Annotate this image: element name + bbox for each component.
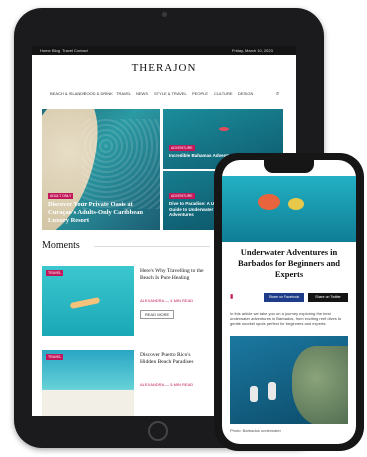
nav-item-beach[interactable]: BEACH & ISLANDS [50,90,86,98]
card-1-read-more-button[interactable]: READ MORE [140,310,175,319]
tablet-camera [162,12,167,17]
nav-item-style[interactable]: STYLE & TRAVEL [154,90,187,98]
octopus-figure [258,194,280,210]
phone-article-image[interactable] [230,336,348,424]
topbar-link-contact[interactable]: Contact [74,47,88,54]
card-image-beach[interactable]: TRAVEL [42,350,134,416]
nav-item-design[interactable]: DESIGN [238,90,253,98]
hero-main-title[interactable]: Discover Your Private Oasis at Curaçao's… [48,201,156,225]
diver-figure-phone [288,198,304,210]
phone-article-title: Underwater Adventures in Barbados for Be… [237,247,341,279]
phone-screen: Underwater Adventures in Barbados for Be… [222,160,356,444]
phone-image-caption: Photo: Barbados underwater [230,428,281,433]
nav-item-news[interactable]: NEWS [136,90,148,98]
swimmer-figure [69,296,101,310]
share-twitter-button[interactable]: Share on Twitter [308,293,348,302]
nav-item-travel[interactable]: TRAVEL [116,90,131,98]
search-icon[interactable]: ⌕ [276,90,279,98]
card-1-title[interactable]: Here's Why Travelling to the Beach Is Pu… [140,268,204,282]
hero-fish-image [82,119,160,209]
section-divider [94,246,210,247]
diver-left-figure [250,386,258,402]
hero-main-card[interactable]: ADULT ONLY Discover Your Private Oasis a… [42,109,160,230]
section-title-moments: Moments [42,240,80,251]
nav-item-food[interactable]: FOOD & DRINK [84,90,113,98]
share-facebook-button[interactable]: Share on Facebook [264,293,304,302]
hero-right-top-tag[interactable]: ADVENTURE [169,145,195,151]
main-nav: BEACH & ISLANDS FOOD & DRINK TRAVEL NEWS… [50,90,290,98]
tablet-home-button[interactable] [148,421,168,441]
card-2-title[interactable]: Discover Puerto Rico's Hidden Beach Para… [140,352,204,366]
nav-item-people[interactable]: PEOPLE [192,90,208,98]
hero-main-tag[interactable]: ADULT ONLY [48,193,74,199]
nav-item-culture[interactable]: CULTURE [214,90,233,98]
site-logo[interactable]: THERAJON [32,62,296,74]
top-bar: Home Blog Travel Contact Friday, March 1… [32,46,296,55]
topbar-link-home[interactable]: Home [40,47,51,54]
card-2-meta: ALEXANDRA — 5 MIN READ [140,382,194,387]
phone-hero-image[interactable] [222,176,356,242]
topbar-link-blog[interactable]: Blog [52,47,60,54]
share-bar: ▮ Share on Facebook Share on Twitter [230,293,348,303]
card-1-tag[interactable]: TRAVEL [46,270,64,276]
card-1-meta: ALEXANDRA — 4 MIN READ [140,298,194,303]
diver-right-figure [268,382,276,400]
diver-figure [219,127,229,131]
hero-right-bottom-tag[interactable]: ADVENTURE [169,193,195,199]
card-image-pool[interactable]: TRAVEL [42,266,134,336]
phone-article-body: In this article we take you on a journey… [230,311,342,326]
phone-notch [264,160,314,173]
card-2-tag[interactable]: TRAVEL [46,354,64,360]
coral-reef-image [292,346,348,424]
share-count-icon: ▮ [230,294,234,300]
topbar-date: Friday, March 10, 2023 [232,48,273,53]
topbar-link-travel[interactable]: Travel [62,47,73,54]
